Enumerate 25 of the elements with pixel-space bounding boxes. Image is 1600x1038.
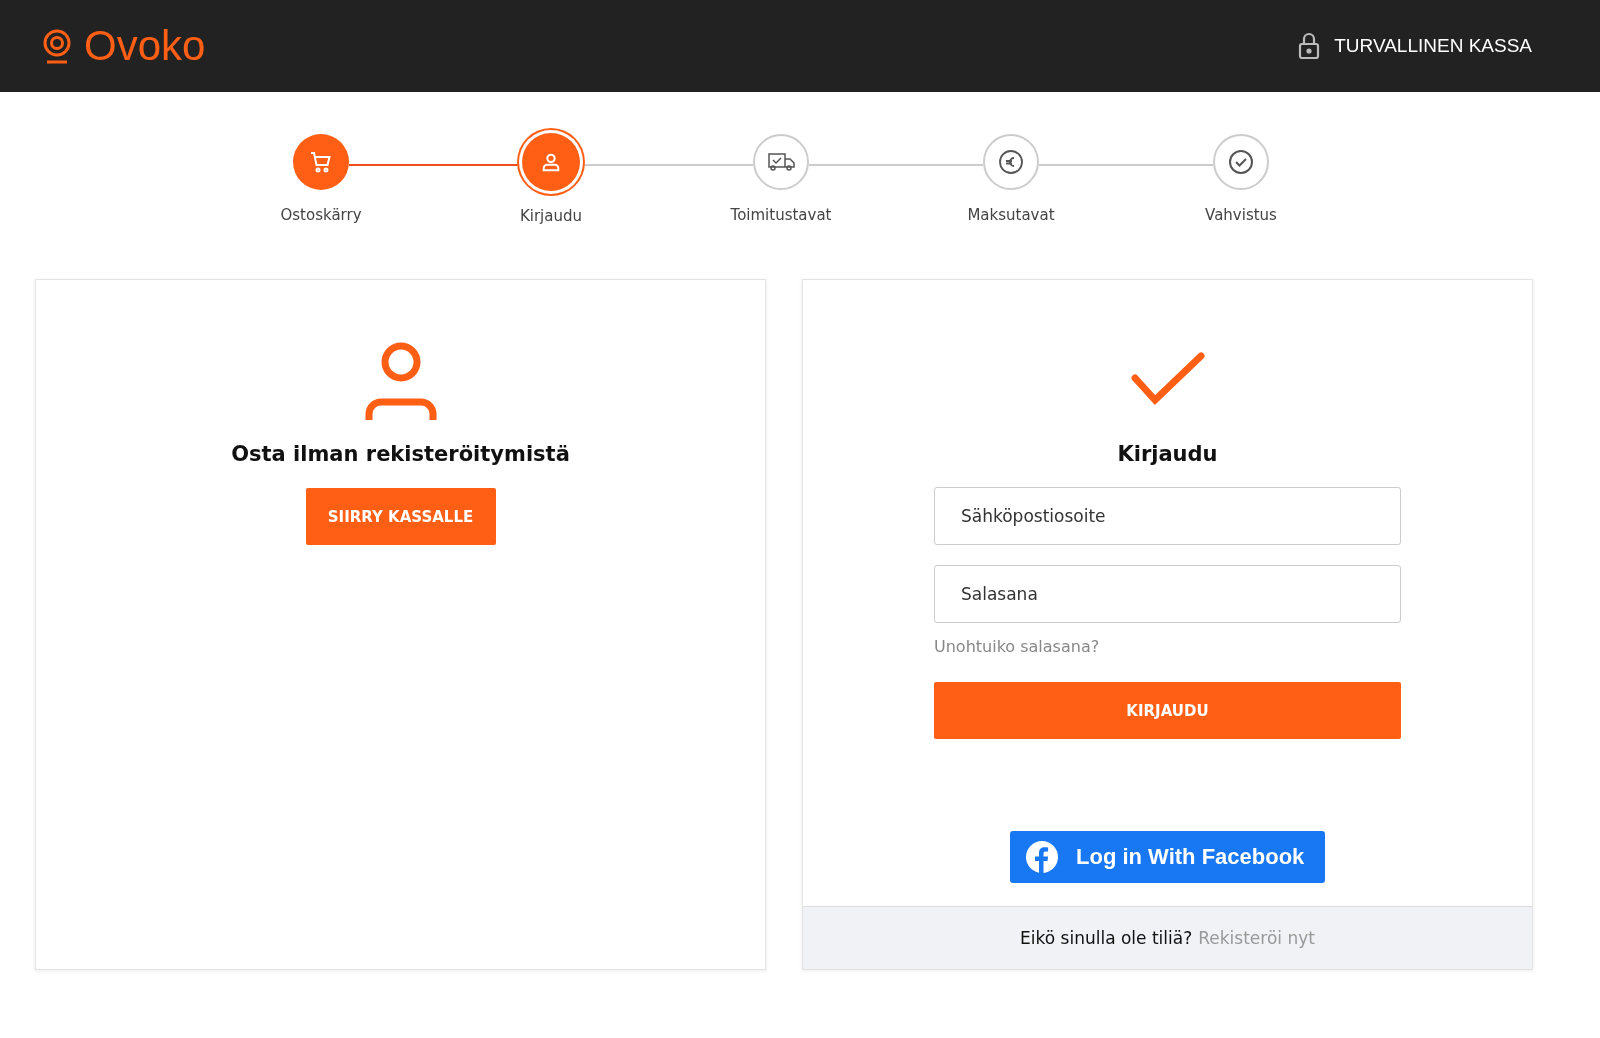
user-icon bbox=[363, 340, 438, 422]
user-icon bbox=[540, 151, 562, 173]
lock-icon bbox=[1298, 32, 1321, 60]
facebook-icon bbox=[1026, 841, 1058, 873]
email-field[interactable]: Sähköpostiosoite bbox=[934, 487, 1401, 545]
forgot-password-link[interactable]: Unohtuiko salasana? bbox=[934, 637, 1100, 656]
logo-text: Ovoko bbox=[84, 22, 206, 70]
checkmark-icon bbox=[1130, 352, 1205, 406]
step-label: Ostoskärry bbox=[280, 206, 362, 224]
login-button[interactable]: KIRJAUDU bbox=[934, 682, 1401, 739]
step-label: Kirjaudu bbox=[519, 207, 583, 225]
checkout-button[interactable]: SIIRRY KASSALLE bbox=[305, 488, 496, 545]
step-label: Toimitustavat bbox=[730, 206, 832, 224]
password-field[interactable]: Salasana bbox=[934, 565, 1401, 623]
login-title: Kirjaudu bbox=[1117, 442, 1218, 466]
facebook-login-button[interactable]: Log in With Facebook bbox=[1010, 831, 1325, 883]
register-link[interactable]: Rekisteröi nyt bbox=[1198, 928, 1315, 948]
check-circle-icon bbox=[1228, 149, 1254, 175]
step-label: Maksutavat bbox=[967, 206, 1055, 224]
secure-checkout-label: TURVALLINEN KASSA bbox=[1334, 35, 1532, 57]
cart-icon bbox=[309, 150, 333, 174]
register-prompt: Eikö sinulla ole tiliä? bbox=[1020, 928, 1193, 948]
truck-icon bbox=[766, 151, 796, 173]
guest-title: Osta ilman rekisteröitymistä bbox=[231, 442, 570, 466]
step-label: Vahvistus bbox=[1205, 206, 1277, 224]
